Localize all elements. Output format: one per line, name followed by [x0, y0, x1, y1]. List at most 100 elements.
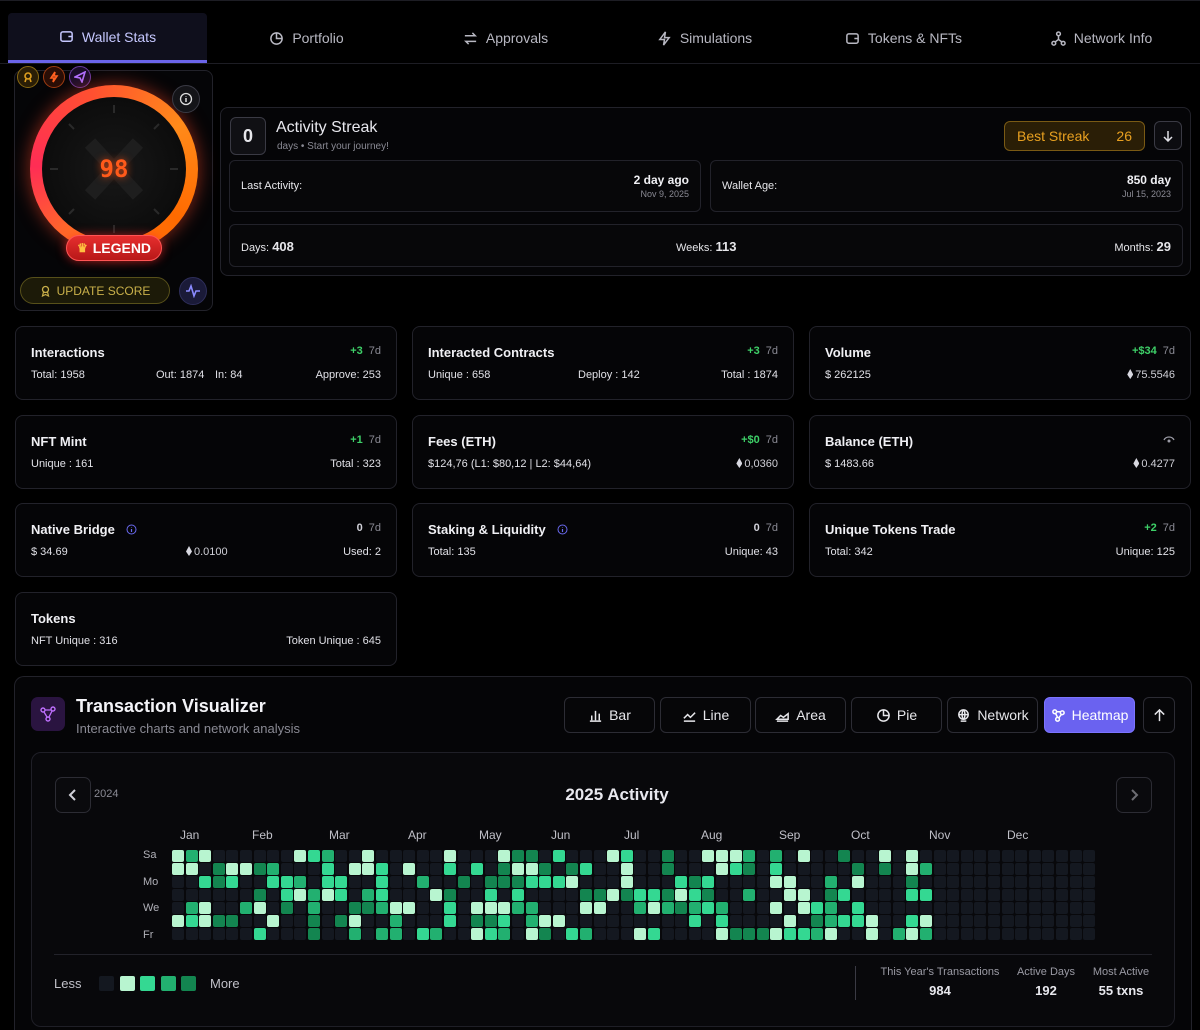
heatmap-cell[interactable]: [512, 863, 524, 875]
heatmap-cell[interactable]: [457, 863, 470, 875]
heatmap-cell[interactable]: [960, 850, 973, 862]
heatmap-cell[interactable]: [675, 915, 688, 927]
heatmap-cell[interactable]: [852, 915, 864, 927]
heatmap-cell[interactable]: [376, 850, 388, 862]
heatmap-cell[interactable]: [974, 915, 987, 927]
heatmap-cell[interactable]: [1056, 902, 1068, 914]
next-year-button[interactable]: [1116, 777, 1152, 813]
heatmap-cell[interactable]: [593, 915, 606, 927]
heatmap-cell[interactable]: [1069, 928, 1082, 940]
heatmap-cell[interactable]: [648, 928, 660, 940]
heatmap-cell[interactable]: [240, 876, 252, 888]
heatmap-cell[interactable]: [280, 928, 293, 940]
heatmap-cell[interactable]: [892, 863, 905, 875]
heatmap-cell[interactable]: [920, 863, 932, 875]
heatmap-cell[interactable]: [484, 915, 497, 927]
heatmap-cell[interactable]: [974, 863, 987, 875]
heatmap-cell[interactable]: [729, 876, 742, 888]
heatmap-cell[interactable]: [416, 915, 429, 927]
heatmap-cell[interactable]: [716, 915, 728, 927]
heatmap-cell[interactable]: [335, 902, 348, 914]
heatmap-cell[interactable]: [389, 850, 402, 862]
heatmap-cell[interactable]: [1042, 863, 1055, 875]
heatmap-cell[interactable]: [920, 850, 932, 862]
heatmap-cell[interactable]: [185, 850, 198, 862]
heatmap-cell[interactable]: [444, 850, 456, 862]
heatmap-cell[interactable]: [294, 928, 307, 940]
heatmap-cell[interactable]: [199, 850, 212, 862]
heatmap-cell[interactable]: [743, 876, 756, 888]
heatmap-cell[interactable]: [988, 863, 1000, 875]
heatmap-cell[interactable]: [879, 928, 892, 940]
heatmap-cell[interactable]: [838, 850, 851, 862]
heatmap-cell[interactable]: [729, 915, 742, 927]
heatmap-cell[interactable]: [376, 889, 388, 901]
heatmap-cell[interactable]: [240, 928, 252, 940]
heatmap-cell[interactable]: [403, 863, 416, 875]
heatmap-cell[interactable]: [648, 863, 660, 875]
heatmap-cell[interactable]: [729, 889, 742, 901]
heatmap-cell[interactable]: [607, 850, 620, 862]
heatmap-cell[interactable]: [335, 889, 348, 901]
heatmap-cell[interactable]: [226, 889, 239, 901]
heatmap-cell[interactable]: [1083, 902, 1096, 914]
heatmap-cell[interactable]: [348, 902, 361, 914]
heatmap-cell[interactable]: [974, 889, 987, 901]
tab-approvals[interactable]: Approvals: [406, 13, 605, 63]
heatmap-cell[interactable]: [661, 915, 674, 927]
heatmap-cell[interactable]: [988, 889, 1000, 901]
heatmap-cell[interactable]: [756, 928, 769, 940]
chart-type-bar-button[interactable]: Bar: [564, 697, 655, 733]
heatmap-cell[interactable]: [702, 876, 715, 888]
heatmap-cell[interactable]: [648, 915, 660, 927]
info-icon[interactable]: [126, 524, 137, 535]
heatmap-cell[interactable]: [471, 915, 484, 927]
heatmap-cell[interactable]: [471, 863, 484, 875]
heatmap-cell[interactable]: [389, 876, 402, 888]
heatmap-cell[interactable]: [566, 876, 579, 888]
heatmap-cell[interactable]: [756, 863, 769, 875]
heatmap-cell[interactable]: [552, 928, 565, 940]
heatmap-cell[interactable]: [892, 928, 905, 940]
heatmap-cell[interactable]: [471, 902, 484, 914]
heatmap-cell[interactable]: [947, 876, 960, 888]
heatmap-cell[interactable]: [294, 850, 307, 862]
heatmap-cell[interactable]: [580, 902, 592, 914]
heatmap-cell[interactable]: [675, 889, 688, 901]
heatmap-cell[interactable]: [376, 863, 388, 875]
heatmap-cell[interactable]: [580, 850, 592, 862]
heatmap-cell[interactable]: [797, 915, 810, 927]
heatmap-cell[interactable]: [947, 889, 960, 901]
heatmap-cell[interactable]: [471, 928, 484, 940]
heatmap-cell[interactable]: [321, 902, 334, 914]
heatmap-cell[interactable]: [947, 850, 960, 862]
heatmap-cell[interactable]: [321, 928, 334, 940]
heatmap-cell[interactable]: [172, 928, 184, 940]
heatmap-cell[interactable]: [226, 902, 239, 914]
heatmap-cell[interactable]: [824, 850, 837, 862]
heatmap-cell[interactable]: [484, 889, 497, 901]
heatmap-cell[interactable]: [185, 876, 198, 888]
heatmap-cell[interactable]: [838, 902, 851, 914]
heatmap-cell[interactable]: [280, 915, 293, 927]
heatmap-cell[interactable]: [552, 863, 565, 875]
heatmap-cell[interactable]: [444, 889, 456, 901]
heatmap-cell[interactable]: [906, 876, 919, 888]
heatmap-cell[interactable]: [552, 850, 565, 862]
heatmap-cell[interactable]: [933, 850, 946, 862]
heatmap-cell[interactable]: [267, 863, 280, 875]
heatmap-cell[interactable]: [852, 889, 864, 901]
heatmap-cell[interactable]: [226, 915, 239, 927]
heatmap-cell[interactable]: [335, 915, 348, 927]
heatmap-cell[interactable]: [403, 902, 416, 914]
heatmap-cell[interactable]: [471, 850, 484, 862]
heatmap-cell[interactable]: [457, 889, 470, 901]
heatmap-cell[interactable]: [212, 902, 225, 914]
heatmap-cell[interactable]: [960, 876, 973, 888]
heatmap-cell[interactable]: [444, 876, 456, 888]
heatmap-cell[interactable]: [1015, 889, 1028, 901]
heatmap-cell[interactable]: [811, 902, 824, 914]
heatmap-cell[interactable]: [539, 889, 552, 901]
heatmap-cell[interactable]: [865, 876, 878, 888]
heatmap-cell[interactable]: [308, 863, 320, 875]
